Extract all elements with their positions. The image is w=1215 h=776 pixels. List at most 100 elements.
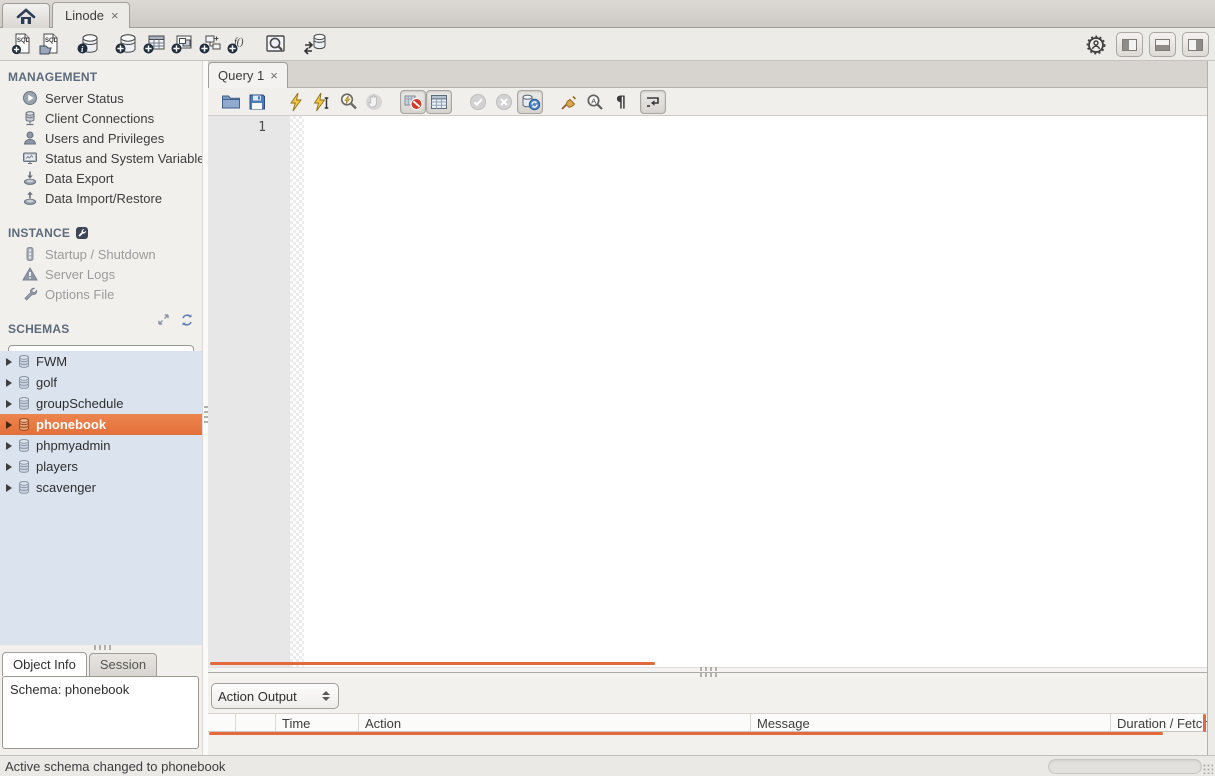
column-header-blank2[interactable] (236, 714, 276, 731)
rollback-x-icon (495, 93, 513, 111)
sidebar-splitter-handle[interactable] (94, 645, 112, 650)
management-section-title: MANAGEMENT (0, 61, 202, 88)
execute-button[interactable] (283, 90, 309, 114)
stop-query-button[interactable] (361, 90, 387, 114)
schema-name: players (36, 459, 78, 474)
connection-tab-linode[interactable]: Linode × (52, 2, 130, 28)
open-sql-file-button[interactable] (218, 90, 244, 114)
tab-object-info[interactable]: Object Info (2, 652, 87, 676)
wrap-text-toggle[interactable] (640, 90, 666, 114)
schema-row-scavenger[interactable]: scavenger (0, 477, 202, 498)
sidebar-item-label: Client Connections (45, 111, 154, 126)
output-horizontal-scrollbar[interactable] (209, 732, 1163, 735)
editor-horizontal-scrollbar[interactable] (210, 662, 655, 665)
startup-shutdown-icon (21, 246, 38, 262)
create-schema-button[interactable] (112, 30, 140, 58)
toggle-right-panel-button[interactable] (1182, 32, 1209, 57)
close-icon[interactable]: × (109, 8, 121, 23)
stop-on-error-icon (404, 93, 423, 111)
save-script-button[interactable] (244, 90, 270, 114)
explain-plan-button[interactable] (335, 90, 361, 114)
column-header-blank1[interactable] (208, 714, 236, 731)
sidebar-item-label: Data Import/Restore (45, 191, 162, 206)
rollback-button[interactable] (491, 90, 517, 114)
expander-icon[interactable] (6, 442, 12, 450)
status-bar: Active schema changed to phonebook (0, 755, 1215, 776)
autocommit-icon (521, 93, 540, 111)
schema-inspector-button[interactable]: i (74, 30, 102, 58)
output-vertical-scrollbar[interactable] (1203, 714, 1206, 732)
explain-plan-icon (339, 92, 358, 111)
sidebar-item-server-logs[interactable]: Server Logs (0, 264, 202, 284)
column-header-action[interactable]: Action (359, 714, 751, 731)
expander-icon[interactable] (6, 463, 12, 471)
object-info-panel: Schema: phonebook (2, 676, 199, 749)
reconnect-icon (301, 32, 327, 56)
open-sql-script-button[interactable]: SQL (36, 30, 64, 58)
column-header-message[interactable]: Message (751, 714, 1111, 731)
tab-session[interactable]: Session (89, 653, 157, 676)
sidebar-item-options-file[interactable]: Options File (0, 284, 202, 304)
toolbar-right-cluster (1082, 28, 1209, 61)
new-query-tab-button[interactable]: SQL (8, 30, 36, 58)
commit-button[interactable] (465, 90, 491, 114)
limit-rows-toggle[interactable] (426, 90, 452, 114)
server-logs-icon (21, 266, 38, 282)
schema-row-golf[interactable]: golf (0, 372, 202, 393)
preferences-button[interactable] (1082, 31, 1110, 59)
column-header-time[interactable]: Time (276, 714, 359, 731)
query-tab[interactable]: Query 1 × (208, 62, 288, 88)
toggle-left-panel-button[interactable] (1116, 32, 1143, 57)
sidebar-item-status-system-variables[interactable]: Status and System Variables (0, 148, 202, 168)
stop-on-error-toggle[interactable] (400, 90, 426, 114)
sidebar-item-client-connections[interactable]: Client Connections (0, 108, 202, 128)
sidebar-item-server-status[interactable]: Server Status (0, 88, 202, 108)
editor-output-splitter[interactable] (208, 667, 1207, 677)
find-button[interactable]: A (582, 90, 608, 114)
users-icon (21, 130, 38, 146)
window-resize-grip[interactable] (1203, 764, 1213, 774)
column-header-duration[interactable]: Duration / Fetch (1111, 714, 1207, 731)
schema-row-fwm[interactable]: FWM (0, 351, 202, 372)
object-info-text: Schema: phonebook (10, 682, 129, 697)
expander-icon[interactable] (6, 358, 12, 366)
autocommit-toggle[interactable] (517, 90, 543, 114)
create-table-button[interactable] (140, 30, 168, 58)
beautify-sql-button[interactable] (556, 90, 582, 114)
data-import-icon (21, 190, 38, 206)
refresh-schemas-icon[interactable] (180, 313, 194, 327)
schemas-section-title: SCHEMAS (0, 304, 202, 340)
sidebar-item-startup-shutdown[interactable]: Startup / Shutdown (0, 244, 202, 264)
close-icon[interactable]: × (270, 69, 278, 82)
sql-editor[interactable]: 1 (208, 116, 1207, 667)
execute-current-statement-button[interactable] (309, 90, 335, 114)
splitter-grip[interactable] (700, 667, 718, 671)
create-procedure-button[interactable] (196, 30, 224, 58)
create-view-button[interactable] (168, 30, 196, 58)
expander-icon[interactable] (6, 421, 12, 429)
expand-schemas-icon[interactable] (157, 313, 170, 327)
find-icon: A (586, 93, 604, 111)
instance-section-title: INSTANCE (0, 208, 202, 244)
selector-spinner-icon (322, 691, 332, 701)
sidebar-item-users-privileges[interactable]: Users and Privileges (0, 128, 202, 148)
schema-row-phonebook-selected[interactable]: phonebook (0, 414, 202, 435)
sidebar-item-data-export[interactable]: Data Export (0, 168, 202, 188)
sidebar-item-data-import[interactable]: Data Import/Restore (0, 188, 202, 208)
output-table-header: Time Action Message Duration / Fetch (208, 713, 1207, 732)
toggle-bottom-panel-button[interactable] (1149, 32, 1176, 57)
schema-row-phpmyadmin[interactable]: phpmyadmin (0, 435, 202, 456)
reconnect-server-button[interactable] (300, 30, 328, 58)
stop-hand-icon (365, 93, 383, 111)
schema-row-players[interactable]: players (0, 456, 202, 477)
schema-icon (17, 480, 31, 495)
expander-icon[interactable] (6, 379, 12, 387)
output-type-selector[interactable]: Action Output (211, 683, 339, 709)
show-invisibles-toggle[interactable]: ¶ (608, 90, 634, 114)
home-tab[interactable] (2, 3, 50, 28)
expander-icon[interactable] (6, 400, 12, 408)
expander-icon[interactable] (6, 484, 12, 492)
search-table-data-button[interactable] (262, 30, 290, 58)
create-function-button[interactable]: f() (224, 30, 252, 58)
schema-row-groupschedule[interactable]: groupSchedule (0, 393, 202, 414)
